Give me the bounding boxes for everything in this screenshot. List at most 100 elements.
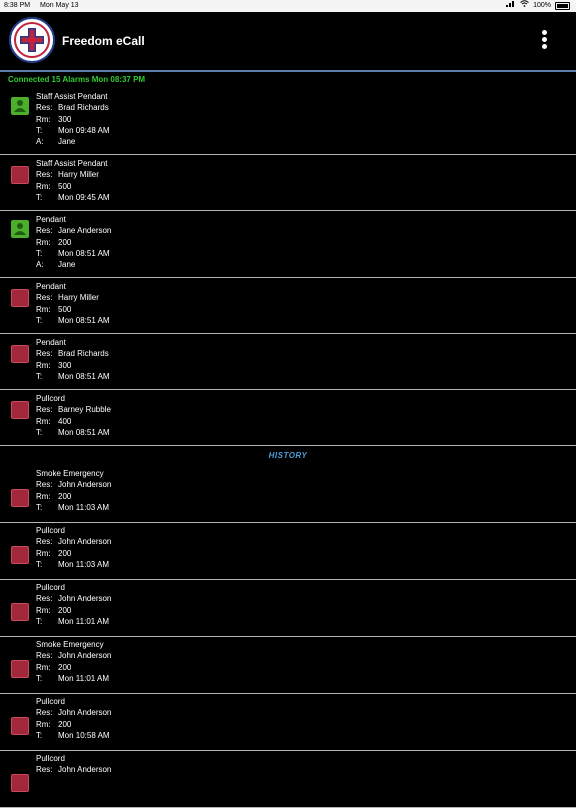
room-label: Rm:	[36, 360, 51, 370]
resident-name: Brad Richards	[58, 103, 109, 113]
resident-name: John Anderson	[58, 480, 112, 490]
alarm-type: Staff Assist Pendant	[36, 159, 108, 168]
room-label: Rm:	[36, 548, 51, 558]
alarm-row[interactable]: Pendant Res: Harry Miller Rm: 500 T: Mon 08…	[0, 278, 576, 334]
status-bar: 8:38 PM Mon May 13 100%	[0, 0, 576, 12]
person-acknowledged-icon	[11, 97, 29, 115]
time-label: T:	[36, 616, 43, 626]
alarm-active-icon	[11, 166, 29, 184]
resident-name: Jane Anderson	[58, 226, 112, 236]
resident-name: Harry Miller	[58, 170, 99, 180]
room-label: Rm:	[36, 662, 51, 672]
assigned-label: A:	[36, 137, 44, 147]
room-label: Rm:	[36, 114, 51, 124]
room-label: Rm:	[36, 304, 51, 314]
alarm-type: Smoke Emergency	[36, 640, 104, 649]
alarm-active-icon	[11, 289, 29, 307]
res-label: Res:	[36, 405, 53, 415]
alarm-history-icon	[11, 546, 29, 564]
resident-name: Harry Miller	[58, 293, 99, 303]
status-date: Mon May 13	[40, 2, 79, 9]
alarm-type: Pullcord	[36, 583, 65, 592]
alarm-time: Mon 08:51 AM	[58, 427, 110, 437]
alarm-time: Mon 08:51 AM	[58, 371, 110, 381]
history-row[interactable]: Pullcord Res: John Anderson	[0, 751, 576, 808]
history-row[interactable]: Pullcord Res: John Anderson Rm: 200 T: Mon …	[0, 694, 576, 751]
assigned-to: Jane	[58, 260, 76, 270]
time-label: T:	[36, 673, 43, 683]
room-number: 200	[58, 548, 72, 558]
res-label: Res:	[36, 480, 53, 490]
alarm-time: Mon 11:03 AM	[58, 502, 109, 512]
alarm-type: Pendant	[36, 282, 66, 291]
alarm-history-icon	[11, 774, 29, 792]
resident-name: Brad Richards	[58, 349, 109, 359]
alarm-list: Staff Assist Pendant Res: Brad Richards R…	[0, 88, 576, 808]
alarm-row[interactable]: Pendant Res: Brad Richards Rm: 300 T: Mon 0…	[0, 334, 576, 390]
alarm-history-icon	[11, 660, 29, 678]
res-label: Res:	[36, 170, 53, 180]
alarm-type: Pendant	[36, 338, 66, 347]
more-vertical-icon[interactable]	[538, 30, 550, 54]
alarm-time: Mon 11:03 AM	[58, 559, 109, 569]
app-logo	[9, 17, 55, 63]
alarm-time: Mon 09:48 AM	[58, 125, 110, 135]
room-number: 500	[58, 181, 72, 191]
resident-name: John Anderson	[58, 594, 112, 604]
alarm-type: Smoke Emergency	[36, 469, 104, 478]
res-label: Res:	[36, 349, 53, 359]
alarm-active-icon	[11, 401, 29, 419]
history-row[interactable]: Smoke Emergency Res: John Anderson Rm: 200…	[0, 466, 576, 523]
res-label: Res:	[36, 765, 53, 775]
room-number: 200	[58, 719, 72, 729]
room-label: Rm:	[36, 605, 51, 615]
alarm-type: Pullcord	[36, 697, 65, 706]
signal-icon	[506, 0, 516, 12]
time-label: T:	[36, 427, 43, 437]
time-label: T:	[36, 315, 43, 325]
res-label: Res:	[36, 226, 53, 236]
history-row[interactable]: Pullcord Res: John Anderson Rm: 200 T: Mon …	[0, 523, 576, 580]
alarm-time: Mon 08:51 AM	[58, 315, 110, 325]
alarm-type: Pullcord	[36, 526, 65, 535]
alarm-row[interactable]: Staff Assist Pendant Res: Harry Miller Rm…	[0, 155, 576, 211]
room-label: Rm:	[36, 719, 51, 729]
resident-name: John Anderson	[58, 651, 112, 661]
time-label: T:	[36, 559, 43, 569]
assigned-to: Jane	[58, 137, 76, 147]
battery-percent: 100%	[533, 2, 551, 9]
history-header: HISTORY	[268, 451, 308, 460]
person-acknowledged-icon	[11, 220, 29, 238]
alarm-time: Mon 08:51 AM	[58, 248, 110, 258]
res-label: Res:	[36, 651, 53, 661]
alarm-type: Pendant	[36, 215, 66, 224]
room-number: 200	[58, 662, 72, 672]
alarm-active-icon	[11, 345, 29, 363]
alarm-time: Mon 11:01 AM	[58, 616, 109, 626]
alarm-row[interactable]: Pendant Res: Jane Anderson Rm: 200 T: Mon 0…	[0, 211, 576, 278]
alarm-time: Mon 09:45 AM	[58, 192, 110, 202]
alarm-row[interactable]: Pullcord Res: Barney Rubble Rm: 400 T: Mon …	[0, 390, 576, 446]
res-label: Res:	[36, 594, 53, 604]
wifi-icon	[520, 0, 529, 12]
time-label: T:	[36, 502, 43, 512]
time-label: T:	[36, 371, 43, 381]
alarm-type: Pullcord	[36, 394, 65, 403]
res-label: Res:	[36, 103, 53, 113]
alarm-row[interactable]: Staff Assist Pendant Res: Brad Richards R…	[0, 88, 576, 155]
resident-name: Barney Rubble	[58, 405, 111, 415]
history-row[interactable]: Smoke Emergency Res: John Anderson Rm: 200…	[0, 637, 576, 694]
room-label: Rm:	[36, 491, 51, 501]
resident-name: John Anderson	[58, 537, 112, 547]
battery-icon	[555, 2, 570, 10]
res-label: Res:	[36, 537, 53, 547]
resident-name: John Anderson	[58, 708, 112, 718]
alarm-time: Mon 10:58 AM	[58, 730, 110, 740]
history-row[interactable]: Pullcord Res: John Anderson Rm: 200 T: Mon …	[0, 580, 576, 637]
connection-status: Connected 15 Alarms Mon 08:37 PM	[8, 75, 146, 84]
alarm-type: Pullcord	[36, 754, 65, 763]
alarm-history-icon	[11, 603, 29, 621]
room-number: 400	[58, 416, 72, 426]
time-label: T:	[36, 125, 43, 135]
time-label: T:	[36, 730, 43, 740]
